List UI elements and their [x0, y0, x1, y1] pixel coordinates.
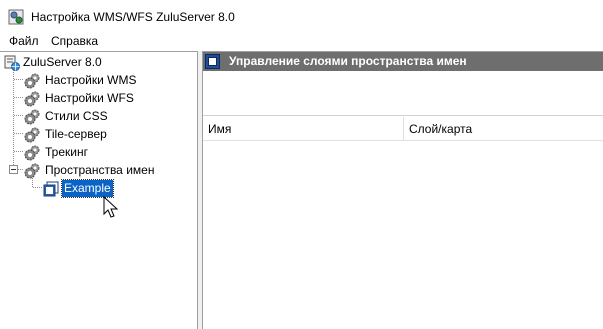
- panel-toolbar: [203, 72, 603, 116]
- tree-item-wms[interactable]: Настройки WMS: [24, 72, 194, 89]
- tree-connector: [14, 133, 24, 134]
- tree-item-label: Стили CSS: [45, 109, 108, 123]
- tree-connector-vertical: [32, 178, 33, 187]
- panel-title: Управление слоями пространства имен: [229, 54, 467, 68]
- tree-item-tile-server[interactable]: Tile-сервер: [24, 126, 194, 143]
- tree-connector: [14, 97, 24, 98]
- layers-table-header: Имя Слой/карта: [203, 117, 603, 141]
- server-globe-icon: [4, 55, 20, 71]
- namespace-layers-panel: Управление слоями пространства имен Имя …: [202, 51, 603, 329]
- tree-item-label: Пространства имен: [45, 163, 155, 177]
- tree-node-root[interactable]: ZuluServer 8.0: [4, 54, 194, 71]
- title-bar[interactable]: Настройка WMS/WFS ZuluServer 8.0: [0, 0, 603, 32]
- layers-window-icon: [43, 181, 59, 197]
- app-gears-icon: [8, 9, 24, 25]
- tree-item-label: Трекинг: [45, 145, 88, 159]
- tree-item-css-styles[interactable]: Стили CSS: [24, 108, 194, 125]
- tree-item-tracking[interactable]: Трекинг: [24, 144, 194, 161]
- tree-connector: [14, 151, 24, 152]
- menu-help[interactable]: Справка: [50, 34, 99, 49]
- tree-root-label: ZuluServer 8.0: [23, 55, 102, 69]
- layers-window-icon: [205, 54, 220, 69]
- tree-item-wfs[interactable]: Настройки WFS: [24, 90, 194, 107]
- gears-icon: [24, 127, 40, 143]
- gears-icon: [24, 145, 40, 161]
- collapse-toggle-icon[interactable]: [9, 165, 18, 174]
- tree-view[interactable]: ZuluServer 8.0 Настройки WMS Настройки W…: [0, 51, 198, 329]
- gears-icon: [24, 73, 40, 89]
- tree-item-label: Tile-сервер: [45, 127, 107, 141]
- tree-connector: [14, 115, 24, 116]
- window-title: Настройка WMS/WFS ZuluServer 8.0: [31, 10, 235, 24]
- tree-item-label: Настройки WMS: [45, 73, 137, 87]
- tree-connector: [14, 79, 24, 80]
- mouse-pointer-icon: [103, 196, 119, 218]
- tree-item-namespaces[interactable]: Пространства имен: [24, 162, 194, 179]
- menu-bar: Файл Справка: [0, 32, 603, 51]
- column-header-layer-map[interactable]: Слой/карта: [404, 117, 603, 141]
- tree-connector: [33, 187, 43, 188]
- tree-item-label: Настройки WFS: [45, 91, 134, 105]
- panel-header: Управление слоями пространства имен: [203, 52, 603, 71]
- column-header-name[interactable]: Имя: [203, 117, 403, 141]
- gears-icon: [24, 109, 40, 125]
- gears-icon: [24, 91, 40, 107]
- gears-icon: [24, 163, 40, 179]
- menu-file[interactable]: Файл: [8, 34, 40, 49]
- tree-connector-vertical: [13, 68, 14, 170]
- tree-item-label: Example: [61, 179, 114, 198]
- tree-item-example[interactable]: Example: [43, 179, 163, 198]
